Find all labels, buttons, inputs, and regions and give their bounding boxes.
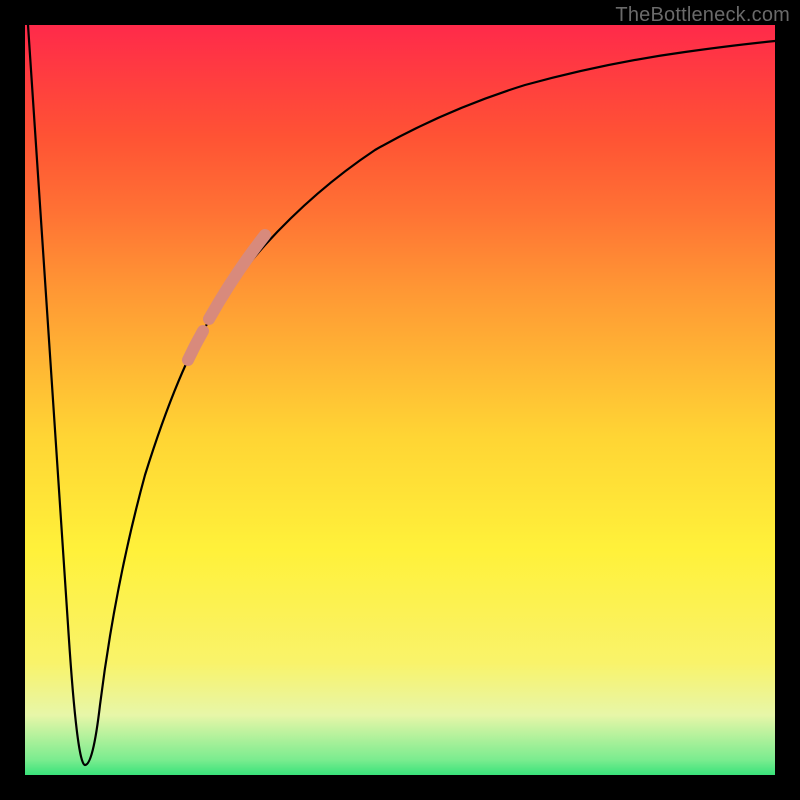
attribution-text: TheBottleneck.com	[615, 4, 790, 27]
bottleneck-curve	[28, 25, 775, 765]
highlight-segment-lower	[188, 331, 203, 360]
curve-layer	[25, 25, 775, 775]
chart-frame: TheBottleneck.com	[0, 0, 800, 800]
highlight-segment-upper	[209, 235, 265, 319]
plot-area	[25, 25, 775, 775]
